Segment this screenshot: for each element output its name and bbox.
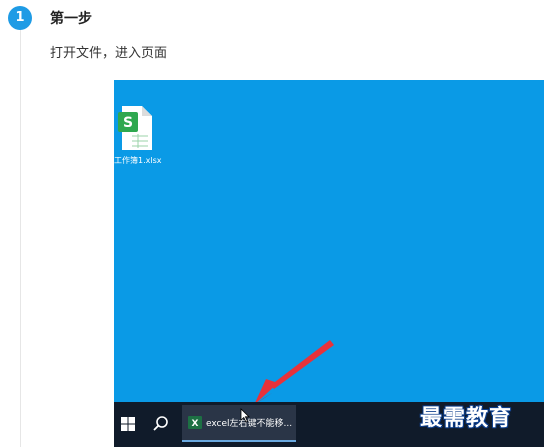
- step-title: 第一步: [50, 11, 92, 27]
- excel-icon-letter: X: [192, 419, 199, 429]
- step-timeline-line: [20, 28, 21, 447]
- red-annotation-arrow: [254, 340, 334, 405]
- mouse-cursor-icon: [240, 408, 250, 423]
- taskbar-item-excel[interactable]: X excel左右键不能移...: [182, 405, 296, 442]
- search-icon[interactable]: [150, 413, 172, 435]
- step-number-badge: 1: [8, 6, 32, 30]
- watermark-text: 最需教育: [420, 405, 513, 431]
- excel-icon: X: [188, 416, 202, 429]
- windows-logo-icon[interactable]: [118, 414, 138, 434]
- tutorial-page: 1 第一步 打开文件，进入页面 S 工作簿1.xlsx X excel左右键不能…: [0, 0, 544, 447]
- step-description: 打开文件，进入页面: [50, 46, 168, 61]
- spreadsheet-file-icon[interactable]: S: [118, 106, 152, 150]
- file-icon-letter: S: [123, 115, 133, 131]
- desktop-screenshot: S 工作簿1.xlsx X excel左右键不能移... 最需教育: [114, 80, 544, 447]
- desktop-file-label[interactable]: 工作簿1.xlsx: [114, 155, 162, 166]
